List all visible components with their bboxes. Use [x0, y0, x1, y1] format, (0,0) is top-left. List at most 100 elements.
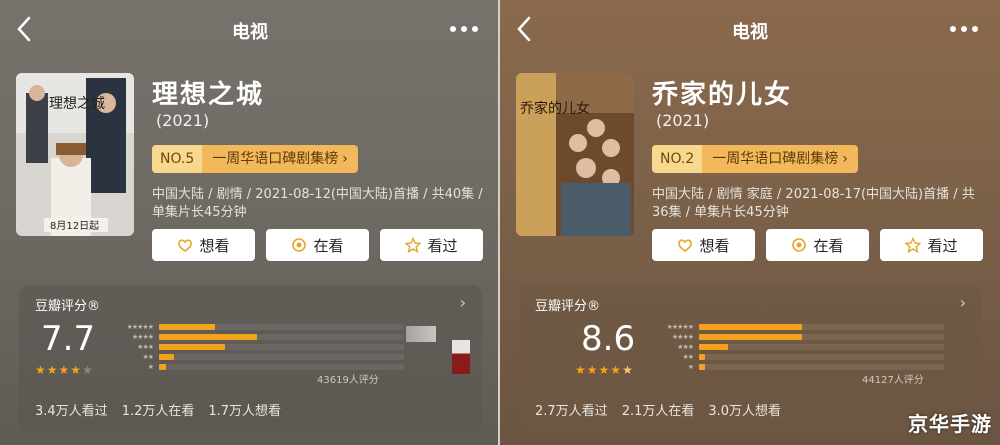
rating-count: 44127人评分 [862, 375, 924, 386]
rating-row-stars: ★★ [142, 352, 154, 361]
rating-row-stars: ★★★★★ [666, 322, 694, 331]
show-title: 理想之城 [152, 80, 265, 110]
rating-distribution-row: ★★★★ [649, 332, 944, 341]
blurred-thumbnail [406, 326, 436, 342]
top-bar: 电视 [0, 0, 500, 62]
watching-button[interactable]: 在看 [766, 229, 869, 261]
rating-star-icon: ★ [586, 363, 598, 377]
rating-star-icon: ★ [35, 363, 46, 377]
chevron-right-icon: › [842, 151, 848, 167]
rating-bar [159, 333, 257, 340]
poster-image[interactable]: 理想之城 8月12日起 [16, 73, 134, 236]
want-label: 想看 [699, 236, 730, 255]
rating-bar-track [699, 353, 944, 360]
rating-star-icon: ★ [610, 363, 622, 377]
rating-row-stars: ★★★ [137, 342, 154, 351]
poster-title-text: 乔家的儿女 [520, 100, 590, 117]
watching-button[interactable]: 在看 [266, 229, 369, 261]
watching-count: 2.1万人在看 [621, 404, 695, 419]
rating-card[interactable]: 豆瓣评分® › 7.7 ★ ★ ★ ★ ★ ★★★★★ ★★★★ ★★★ ★★ ★ 43619人… [19, 285, 482, 433]
more-icon[interactable] [950, 26, 978, 34]
watched-label: 看过 [927, 236, 958, 255]
watched-button[interactable]: 看过 [380, 229, 483, 261]
rating-bar [699, 363, 705, 370]
rating-distribution-row: ★ [109, 362, 404, 371]
app-screenshot: 电视 理想之城 8月12日起 理想之城 (2021) NO.5 一周华语口碑剧集… [0, 0, 1000, 445]
want-count: 1.7万人想看 [208, 404, 282, 419]
rating-bar-track [699, 323, 944, 330]
watching-count: 1.2万人在看 [121, 404, 195, 419]
watched-button[interactable]: 看过 [880, 229, 983, 261]
rating-distribution-row: ★★★★★ [109, 322, 404, 331]
rating-bar [159, 353, 174, 360]
rating-bar-track [699, 343, 944, 350]
rating-label: 豆瓣评分® [35, 299, 101, 314]
rank-badge[interactable]: NO.2 一周华语口碑剧集榜 › [652, 145, 858, 173]
rating-bar-track [699, 333, 944, 340]
want-count: 3.0万人想看 [708, 404, 782, 419]
rating-bar [699, 353, 705, 360]
rating-count: 43619人评分 [317, 375, 379, 386]
rating-distribution-row: ★★ [109, 352, 404, 361]
rating-distribution: ★★★★★ ★★★★ ★★★ ★★ ★ [649, 322, 944, 372]
poster-caption-text: 8月12日起 [50, 220, 99, 232]
rating-row-stars: ★★★★ [131, 332, 154, 341]
more-icon[interactable] [450, 26, 478, 34]
rank-list: 一周华语口碑剧集榜 › [702, 145, 858, 173]
rating-bar [699, 333, 802, 340]
rating-distribution-row: ★★★★★ [649, 322, 944, 331]
want-button[interactable]: 想看 [652, 229, 755, 261]
heart-plus-icon [178, 239, 193, 252]
rating-bar [159, 323, 216, 330]
rank-number: NO.5 [152, 145, 203, 173]
star-rating: ★ ★ ★ ★ ★ [35, 363, 94, 377]
rating-bar-track [159, 353, 404, 360]
watching-label: 在看 [313, 236, 344, 255]
watch-stats: 3.4万人看过 1.2万人在看 1.7万人想看 [35, 400, 295, 419]
rating-bar-track [159, 363, 404, 370]
rating-row-stars: ★ [147, 362, 154, 371]
rating-label: 豆瓣评分® [535, 299, 601, 314]
rating-distribution-row: ★★★★ [109, 332, 404, 341]
chevron-right-icon: › [342, 151, 348, 167]
rating-bar [699, 323, 802, 330]
watched-count: 3.4万人看过 [35, 404, 108, 419]
rating-distribution-row: ★ [649, 362, 944, 371]
chevron-right-icon: › [959, 293, 966, 312]
rating-star-icon: ★ [622, 363, 633, 377]
rank-badge[interactable]: NO.5 一周华语口碑剧集榜 › [152, 145, 358, 173]
show-meta: 中国大陆 / 剧情 家庭 / 2021-08-17(中国大陆)首播 / 共36集… [652, 187, 975, 220]
watched-count: 2.7万人看过 [535, 404, 608, 419]
rating-bar [159, 343, 226, 350]
rating-bar-track [699, 363, 944, 370]
heart-plus-icon [678, 239, 693, 252]
watching-label: 在看 [813, 236, 844, 255]
rank-list: 一周华语口碑剧集榜 › [202, 145, 358, 173]
rating-star-icon: ★ [575, 363, 586, 377]
show-year: (2021) [656, 111, 710, 130]
rating-bar-track [159, 323, 404, 330]
watched-label: 看过 [427, 236, 458, 255]
rating-distribution: ★★★★★ ★★★★ ★★★ ★★ ★ [109, 322, 404, 372]
poster-image[interactable]: 乔家的儿女 [516, 73, 634, 236]
rating-row-stars: ★ [687, 362, 694, 371]
show-title: 乔家的儿女 [652, 80, 793, 110]
rating-row-stars: ★★★ [677, 342, 694, 351]
watermark: 京华手游 [908, 412, 992, 436]
rating-row-stars: ★★★★ [671, 332, 694, 341]
star-icon [905, 237, 922, 253]
rating-row-stars: ★★ [682, 352, 694, 361]
show-year: (2021) [156, 111, 210, 130]
rating-star-icon: ★ [82, 363, 93, 377]
rating-distribution-row: ★★ [649, 352, 944, 361]
rating-star-icon: ★ [46, 363, 58, 377]
target-icon [792, 238, 807, 252]
rating-row-stars: ★★★★★ [126, 322, 154, 331]
show-meta: 中国大陆 / 剧情 / 2021-08-12(中国大陆)首播 / 共40集 / … [152, 187, 483, 220]
want-button[interactable]: 想看 [152, 229, 255, 261]
rating-distribution-row: ★★★ [649, 342, 944, 351]
star-icon [405, 237, 422, 253]
rating-score: 8.6 [581, 319, 636, 359]
blurred-thumbnail [452, 340, 470, 374]
screen-right: 电视 乔家的儿女 乔家的儿女 (2021) NO.2 一周华语口碑剧集榜 › 中… [500, 0, 1000, 445]
